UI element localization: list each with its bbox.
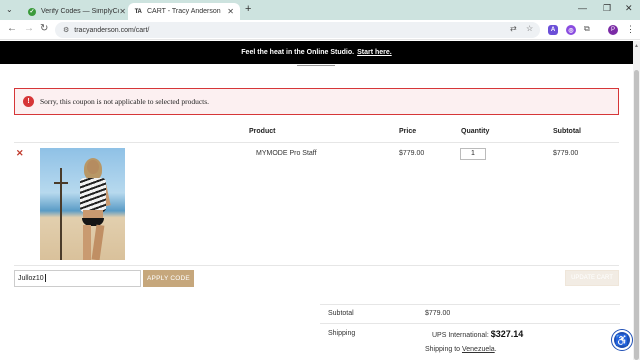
apply-code-button[interactable]: APPLY CODE [143, 270, 194, 287]
close-window-icon[interactable]: ✕ [625, 3, 633, 14]
forward-icon[interactable]: → [24, 23, 34, 34]
promo-banner: Feel the heat in the Online Studio. Star… [0, 41, 633, 64]
shipping-country: Venezuela [461, 346, 495, 353]
shipping-cost: $327.14 [490, 329, 524, 339]
tracy-anderson-favicon-icon: TA [134, 8, 142, 15]
col-header-quantity: Quantity [461, 128, 490, 135]
bookmark-star-icon[interactable]: ☆ [526, 24, 533, 33]
table-divider [14, 265, 619, 266]
product-price: $779.00 [399, 150, 425, 157]
coupon-code-input[interactable]: Julloz10 [14, 270, 141, 287]
promo-link[interactable]: Start here. [357, 49, 392, 56]
new-tab-icon[interactable]: + [245, 3, 251, 15]
col-header-product: Product [249, 128, 276, 135]
tab-title: Verify Codes — SimplyCodes [41, 8, 119, 15]
promo-text: Feel the heat in the Online Studio. [241, 49, 355, 56]
product-subtotal: $779.00 [553, 150, 579, 157]
translate-icon[interactable]: ⇄ [510, 24, 517, 33]
extension-a-icon[interactable]: A [548, 25, 558, 35]
error-icon: ! [23, 96, 34, 107]
update-cart-button[interactable]: UPDATE CART [565, 270, 619, 286]
shipping-label: Shipping [328, 330, 356, 337]
col-header-subtotal: Subtotal [553, 128, 581, 135]
browser-toolbar: ← → ↻ ⚙ tracyanderson.com/cart/ ⇄ ☆ A ◎ … [0, 20, 640, 40]
browser-menu-icon[interactable]: ⋮ [626, 24, 635, 35]
shipping-method: UPS International: $327.14 [432, 329, 523, 339]
url-text: tracyanderson.com/cart/ [74, 26, 150, 34]
totals-divider [320, 304, 620, 305]
extension-simplycodes-icon[interactable]: ◎ [566, 25, 576, 35]
coupon-code-value: Julloz10 [18, 275, 44, 282]
menu-underline [297, 65, 335, 66]
tab-strip: ⌄ ✓ Verify Codes — SimplyCodes ✕ TA CART… [0, 0, 640, 20]
scrollbar-thumb[interactable] [634, 70, 639, 360]
tab-cart[interactable]: TA CART - Tracy Anderson ✕ [128, 3, 240, 20]
site-info-icon[interactable]: ⚙ [63, 26, 69, 34]
shipping-destination: Shipping to Venezuela. [425, 346, 497, 353]
product-name-link[interactable]: MYMODE Pro Staff [256, 150, 317, 157]
restore-icon[interactable]: ❐ [603, 3, 611, 14]
subtotal-value: $779.00 [425, 310, 451, 317]
shipping-to-prefix: Shipping to [425, 346, 461, 353]
reload-icon[interactable]: ↻ [40, 23, 48, 34]
product-thumbnail[interactable] [40, 148, 125, 260]
col-header-price: Price [399, 128, 417, 135]
close-tab-icon[interactable]: ✕ [227, 7, 234, 16]
quantity-input[interactable]: 1 [460, 148, 486, 160]
totals-divider [320, 323, 620, 324]
minimize-icon[interactable]: — [578, 3, 587, 13]
coupon-error-notice: ! Sorry, this coupon is not applicable t… [14, 88, 619, 115]
simplycodes-favicon-icon: ✓ [28, 7, 36, 16]
scroll-up-icon[interactable]: ▲ [634, 43, 639, 49]
tab-title: CART - Tracy Anderson [147, 8, 221, 15]
shipping-method-name: UPS International: [432, 332, 489, 339]
remove-item-icon[interactable]: ✕ [16, 148, 24, 159]
extensions-puzzle-icon[interactable]: ⧉ [584, 24, 590, 34]
tab-simplycodes[interactable]: ✓ Verify Codes — SimplyCodes ✕ [22, 3, 132, 20]
profile-avatar[interactable]: P [608, 25, 618, 35]
accessibility-icon[interactable]: ♿ [612, 330, 632, 350]
table-divider [14, 142, 619, 143]
subtotal-label: Subtotal [328, 310, 354, 317]
close-tab-icon[interactable]: ✕ [119, 7, 126, 16]
tab-search-icon[interactable]: ⌄ [6, 5, 13, 14]
back-icon[interactable]: ← [7, 23, 17, 34]
address-bar[interactable]: ⚙ tracyanderson.com/cart/ [55, 22, 540, 38]
notice-message: Sorry, this coupon is not applicable to … [40, 97, 210, 106]
